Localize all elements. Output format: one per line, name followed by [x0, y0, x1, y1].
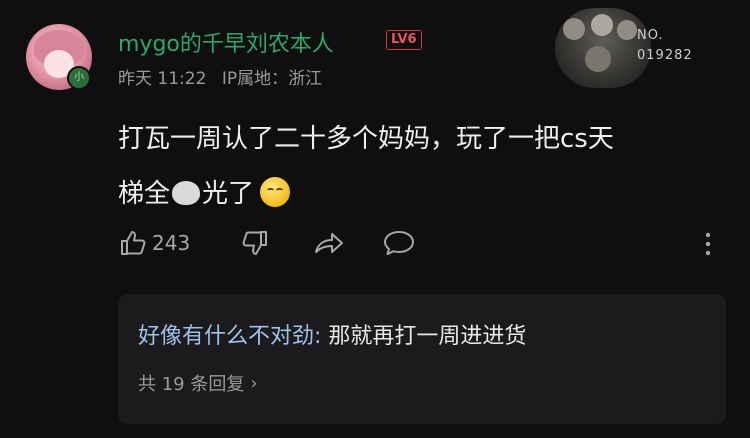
more-options-button[interactable] [702, 228, 714, 260]
vertical-ellipsis-icon [705, 232, 711, 256]
view-all-replies-link[interactable]: 共 19 条回复 › [138, 370, 258, 396]
censor-sticker [172, 181, 201, 205]
comment-content-line-2-start: 梯全 [118, 179, 171, 209]
level-badge: LV6 [386, 30, 422, 50]
reply-author[interactable]: 好像有什么不对劲: [138, 324, 321, 349]
like-count: 243 [152, 231, 191, 255]
share-button[interactable] [312, 228, 346, 258]
comment-content-line-2: 梯全 光了 [118, 167, 718, 222]
fan-badge-label: NO. [637, 28, 664, 43]
comment-meta: 昨天 11:22 IP属地：浙江 [118, 64, 322, 89]
fan-badge-number: 019282 [637, 48, 693, 63]
reply-count-label: 共 19 条回复 [138, 374, 245, 395]
comment-time: 昨天 11:22 [118, 69, 207, 89]
thumbs-down-icon [242, 231, 267, 255]
replies-panel[interactable]: 好像有什么不对劲: 那就再打一周进进货 共 19 条回复 › [118, 294, 726, 424]
reply-preview[interactable]: 好像有什么不对劲: 那就再打一周进进货 [138, 318, 526, 350]
username[interactable]: mygo的千早刘农本人 [118, 26, 334, 58]
comment-actions: 243 [118, 228, 728, 268]
comment-content: 打瓦一周认了二十多个妈妈，玩了一把cs天 梯全 光了 [118, 112, 718, 222]
fan-badge-card[interactable]: NO. 019282 [555, 8, 733, 88]
comment-content-line-2-end: 光了 [202, 179, 255, 209]
ip-location: IP属地：浙江 [221, 69, 323, 89]
share-arrow-icon [315, 233, 343, 253]
comment-bubble-icon [384, 231, 414, 255]
comment-content-line-1: 打瓦一周认了二十多个妈妈，玩了一把cs天 [118, 124, 614, 154]
avatar-level-badge: 小 [67, 66, 91, 90]
laughing-face-icon [260, 177, 291, 207]
chevron-right-icon: › [250, 372, 258, 394]
thumbs-up-icon [121, 231, 146, 255]
dislike-button[interactable] [240, 228, 270, 258]
reply-button[interactable] [382, 228, 416, 258]
like-button[interactable]: 243 [118, 228, 190, 258]
reply-text: 那就再打一周进进货 [321, 324, 527, 349]
comment-card: 小 mygo的千早刘农本人 LV6 昨天 11:22 IP属地：浙江 NO. 0… [0, 0, 750, 438]
